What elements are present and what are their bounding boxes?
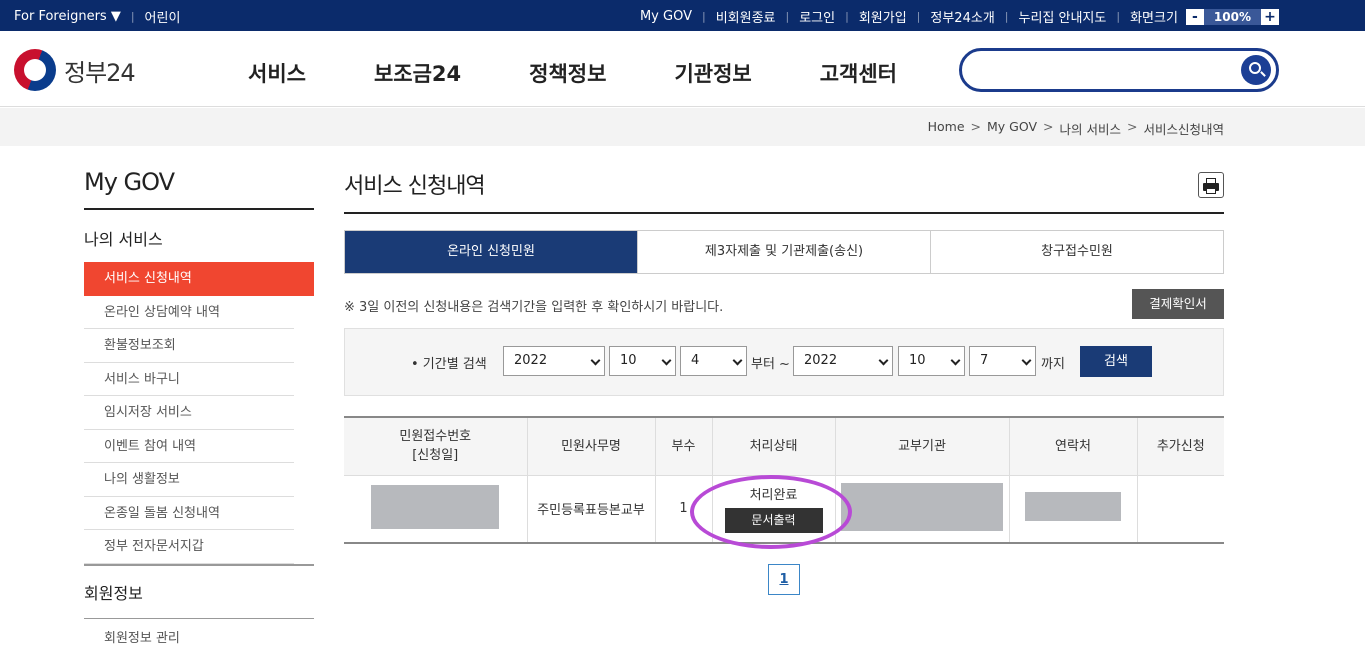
sidebar-item-refund[interactable]: 환불정보조회: [84, 329, 294, 363]
col-status: 처리상태: [711, 416, 835, 475]
col-agency: 교부기관: [834, 416, 1009, 475]
to-month-select[interactable]: 10: [898, 346, 965, 376]
page-1-link[interactable]: 1: [768, 564, 800, 595]
col-extra-apply: 추가신청: [1136, 416, 1224, 475]
sidebar-section-my-service: 나의 서비스: [84, 230, 163, 249]
signup-link[interactable]: 회원가입: [859, 7, 907, 26]
payment-confirm-button[interactable]: 결제확인서: [1132, 289, 1224, 319]
sidebar: My GOV 나의 서비스 서비스 신청내역 온라인 상담예약 내역 환불정보조…: [84, 168, 314, 646]
breadcrumb-home[interactable]: Home: [928, 119, 965, 138]
agency-cell: [834, 474, 1009, 544]
application-table: 민원접수번호 [신청일] 민원사무명 부수 처리상태 교부기관 연락처 추가신청 …: [344, 416, 1224, 550]
nav-policy[interactable]: 정책정보: [529, 58, 606, 88]
search-button[interactable]: [1241, 55, 1271, 85]
sidebar-item-childcare[interactable]: 온종일 돌봄 신청내역: [84, 497, 294, 530]
col-receipt-no: 민원접수번호 [신청일]: [344, 416, 527, 475]
page-title: 서비스 신청내역: [344, 168, 1224, 214]
zoom-value: 100%: [1203, 8, 1261, 25]
from-day-select[interactable]: 4: [680, 346, 747, 376]
chevron-down-icon: [590, 355, 601, 366]
print-button[interactable]: [1198, 172, 1224, 198]
nav-services[interactable]: 서비스: [248, 58, 306, 88]
service-name-cell: 주민등록표등본교부: [526, 474, 655, 544]
breadcrumb-band: Home > My GOV > 나의 서비스 > 서비스신청내역: [0, 108, 1365, 146]
sidebar-title: My GOV: [84, 168, 314, 210]
redacted-block: [841, 482, 1003, 531]
zoom-out-button[interactable]: -: [1185, 8, 1204, 25]
status-cell: 처리완료 문서출력: [689, 474, 852, 550]
gov24-logo[interactable]: 정부24: [14, 49, 136, 91]
screen-size-label: 화면크기: [1130, 11, 1178, 26]
chevron-down-icon: [1021, 355, 1032, 366]
guest-exit-link[interactable]: 비회원종료: [716, 7, 776, 26]
mygov-link[interactable]: My GOV: [640, 9, 692, 24]
search-input[interactable]: [959, 48, 1279, 92]
sidebar-item-e-doc-wallet[interactable]: 정부 전자문서지갑: [84, 530, 294, 564]
tab-online[interactable]: 온라인 신청민원: [345, 231, 637, 273]
chevron-down-icon: [661, 355, 672, 366]
col-contact: 연락처: [1008, 416, 1137, 475]
nav-subsidy24[interactable]: 보조금24: [374, 58, 461, 88]
sidebar-item-consult-reservation[interactable]: 온라인 상담예약 내역: [84, 296, 294, 329]
tab-bar: 온라인 신청민원 제3자제출 및 기관제출(송신) 창구접수민원: [344, 230, 1224, 274]
chevron-down-icon: [950, 355, 961, 366]
sidebar-item-temp-saved[interactable]: 임시저장 서비스: [84, 396, 294, 430]
contact-cell: [1008, 474, 1137, 544]
col-service-name: 민원사무명: [526, 416, 655, 475]
login-link[interactable]: 로그인: [799, 7, 835, 26]
zoom-in-button[interactable]: +: [1261, 8, 1279, 25]
tab-counter[interactable]: 창구접수민원: [930, 231, 1223, 273]
taeguk-icon: [14, 49, 56, 91]
from-month-select[interactable]: 10: [609, 346, 676, 376]
table-row: 주민등록표등본교부 1 처리완료 문서출력: [344, 474, 1224, 550]
search-period-button[interactable]: 검색: [1080, 346, 1152, 377]
tab-third-party[interactable]: 제3자제출 및 기관제출(송신): [637, 231, 930, 273]
notice-text: ※ 3일 이전의 신청내용은 검색기간을 입력한 후 확인하시기 바랍니다.: [344, 300, 724, 315]
kids-link[interactable]: 어린이: [145, 7, 181, 26]
chevron-right-icon: >: [970, 119, 982, 134]
period-filter: • 기간별 검색 2022 10 4 부터 ~ 2022 10 7 까지 검색: [344, 328, 1224, 396]
about-link[interactable]: 정부24소개: [930, 7, 994, 26]
highlight-ring: [689, 475, 852, 550]
main-content: 서비스 신청내역 온라인 신청민원 제3자제출 및 기관제출(송신) 창구접수민…: [344, 168, 1224, 595]
sidebar-item-basket[interactable]: 서비스 바구니: [84, 363, 294, 396]
breadcrumb-mygov[interactable]: My GOV: [987, 119, 1037, 138]
receipt-no-cell: [344, 474, 527, 544]
to-year-select[interactable]: 2022: [793, 346, 893, 376]
chevron-right-icon: >: [1127, 119, 1138, 134]
sidebar-item-service-history[interactable]: 서비스 신청내역: [84, 262, 314, 296]
breadcrumb-current: 서비스신청내역: [1143, 122, 1224, 137]
redacted-block: [371, 484, 500, 529]
chevron-down-icon: [732, 355, 743, 366]
divider: |: [130, 10, 135, 23]
to-day-select[interactable]: 7: [969, 346, 1036, 376]
sidebar-item-life-info[interactable]: 나의 생활정보: [84, 463, 294, 497]
zoom-control: - 100% +: [1185, 8, 1279, 25]
extra-apply-cell: [1136, 474, 1224, 544]
sidebar-section-member: 회원정보: [84, 563, 314, 619]
breadcrumb: Home > My GOV > 나의 서비스 > 서비스신청내역: [928, 119, 1224, 138]
main-nav: 서비스 보조금24 정책정보 기관정보 고객센터: [248, 58, 965, 88]
nav-customer-center[interactable]: 고객센터: [820, 58, 897, 88]
top-utility-bar: For Foreigners ▼ | 어린이 My GOV | 비회원종료 | …: [0, 0, 1365, 31]
from-year-select[interactable]: 2022: [503, 346, 605, 376]
site-header: 정부24 서비스 보조금24 정책정보 기관정보 고객센터: [0, 31, 1365, 107]
for-foreigners-link[interactable]: For Foreigners ▼: [14, 9, 121, 24]
redacted-block: [1025, 492, 1121, 522]
chevron-down-icon: [878, 355, 889, 366]
nav-agency[interactable]: 기관정보: [674, 58, 751, 88]
period-label: • 기간별 검색: [411, 357, 487, 372]
sitemap-link[interactable]: 누리집 안내지도: [1019, 7, 1107, 26]
sidebar-menu: 서비스 신청내역 온라인 상담예약 내역 환불정보조회 서비스 바구니 임시저장…: [84, 262, 314, 564]
breadcrumb-my-service[interactable]: 나의 서비스: [1060, 119, 1121, 138]
sidebar-item-member-manage[interactable]: 회원정보 관리: [84, 619, 314, 646]
col-copies: 부수: [654, 416, 712, 475]
to-suffix: 까지: [1041, 357, 1065, 372]
sidebar-item-events[interactable]: 이벤트 참여 내역: [84, 430, 294, 463]
from-suffix: 부터 ~: [751, 357, 790, 372]
logo-text: 정부24: [64, 58, 136, 87]
chevron-right-icon: >: [1043, 119, 1054, 134]
